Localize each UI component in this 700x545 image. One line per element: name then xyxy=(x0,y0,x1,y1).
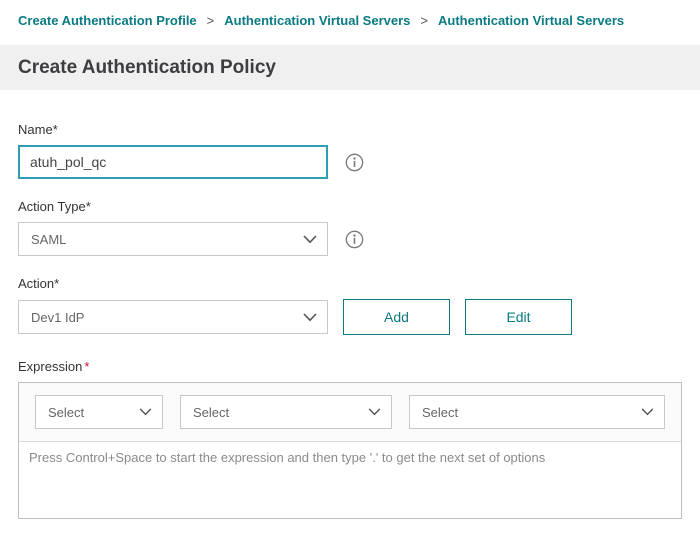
info-icon-glyph xyxy=(345,230,364,249)
action-type-label: Action Type* xyxy=(18,199,682,214)
expression-select-1-value: Select xyxy=(48,405,84,420)
action-type-selected-value: SAML xyxy=(31,232,66,247)
breadcrumb-separator-icon: > xyxy=(207,13,215,28)
expression-label-text: Expression xyxy=(18,359,82,374)
expression-field: Expression* Select Select Select xyxy=(18,359,682,519)
chevron-down-icon xyxy=(303,313,317,322)
add-button[interactable]: Add xyxy=(343,299,450,335)
edit-button[interactable]: Edit xyxy=(465,299,572,335)
expression-select-2-value: Select xyxy=(193,405,229,420)
info-icon-glyph xyxy=(345,153,364,172)
name-label: Name* xyxy=(18,122,682,137)
action-selected-value: Dev1 IdP xyxy=(31,310,84,325)
expression-input[interactable] xyxy=(19,442,681,518)
breadcrumb-link-create-authentication-profile[interactable]: Create Authentication Profile xyxy=(18,13,197,28)
action-field: Action* Dev1 IdP Add Edit xyxy=(18,276,682,335)
breadcrumb-link-authentication-virtual-servers[interactable]: Authentication Virtual Servers xyxy=(224,13,410,28)
breadcrumb-link-authentication-virtual-server[interactable]: Authentication Virtual Servers xyxy=(438,13,624,28)
action-label-text: Action xyxy=(18,276,54,291)
expression-label: Expression* xyxy=(18,359,682,374)
page-header: Create Authentication Policy xyxy=(0,45,700,90)
expression-editor: Select Select Select xyxy=(18,382,682,519)
chevron-down-icon xyxy=(303,235,317,244)
required-asterisk: * xyxy=(54,276,59,291)
chevron-down-icon xyxy=(641,408,654,416)
action-select[interactable]: Dev1 IdP xyxy=(18,300,328,334)
chevron-down-icon xyxy=(139,408,152,416)
action-type-select[interactable]: SAML xyxy=(18,222,328,256)
name-label-text: Name xyxy=(18,122,53,137)
action-type-field: Action Type* SAML xyxy=(18,199,682,256)
create-authentication-policy-form: Name* Action Type* SAML xyxy=(0,90,700,519)
required-asterisk: * xyxy=(86,199,91,214)
name-field: Name* xyxy=(18,122,682,179)
required-asterisk: * xyxy=(84,359,89,374)
expression-select-3[interactable]: Select xyxy=(409,395,665,429)
action-label: Action* xyxy=(18,276,682,291)
action-type-label-text: Action Type xyxy=(18,199,86,214)
expression-select-2[interactable]: Select xyxy=(180,395,392,429)
page-title: Create Authentication Policy xyxy=(18,57,276,79)
expression-toolbar: Select Select Select xyxy=(19,383,681,442)
name-input[interactable] xyxy=(18,145,328,179)
breadcrumb: Create Authentication Profile > Authenti… xyxy=(0,0,700,45)
expression-select-1[interactable]: Select xyxy=(35,395,163,429)
info-icon[interactable] xyxy=(344,229,364,249)
chevron-down-icon xyxy=(368,408,381,416)
required-asterisk: * xyxy=(53,122,58,137)
info-icon[interactable] xyxy=(344,152,364,172)
expression-select-3-value: Select xyxy=(422,405,458,420)
breadcrumb-separator-icon: > xyxy=(420,13,428,28)
